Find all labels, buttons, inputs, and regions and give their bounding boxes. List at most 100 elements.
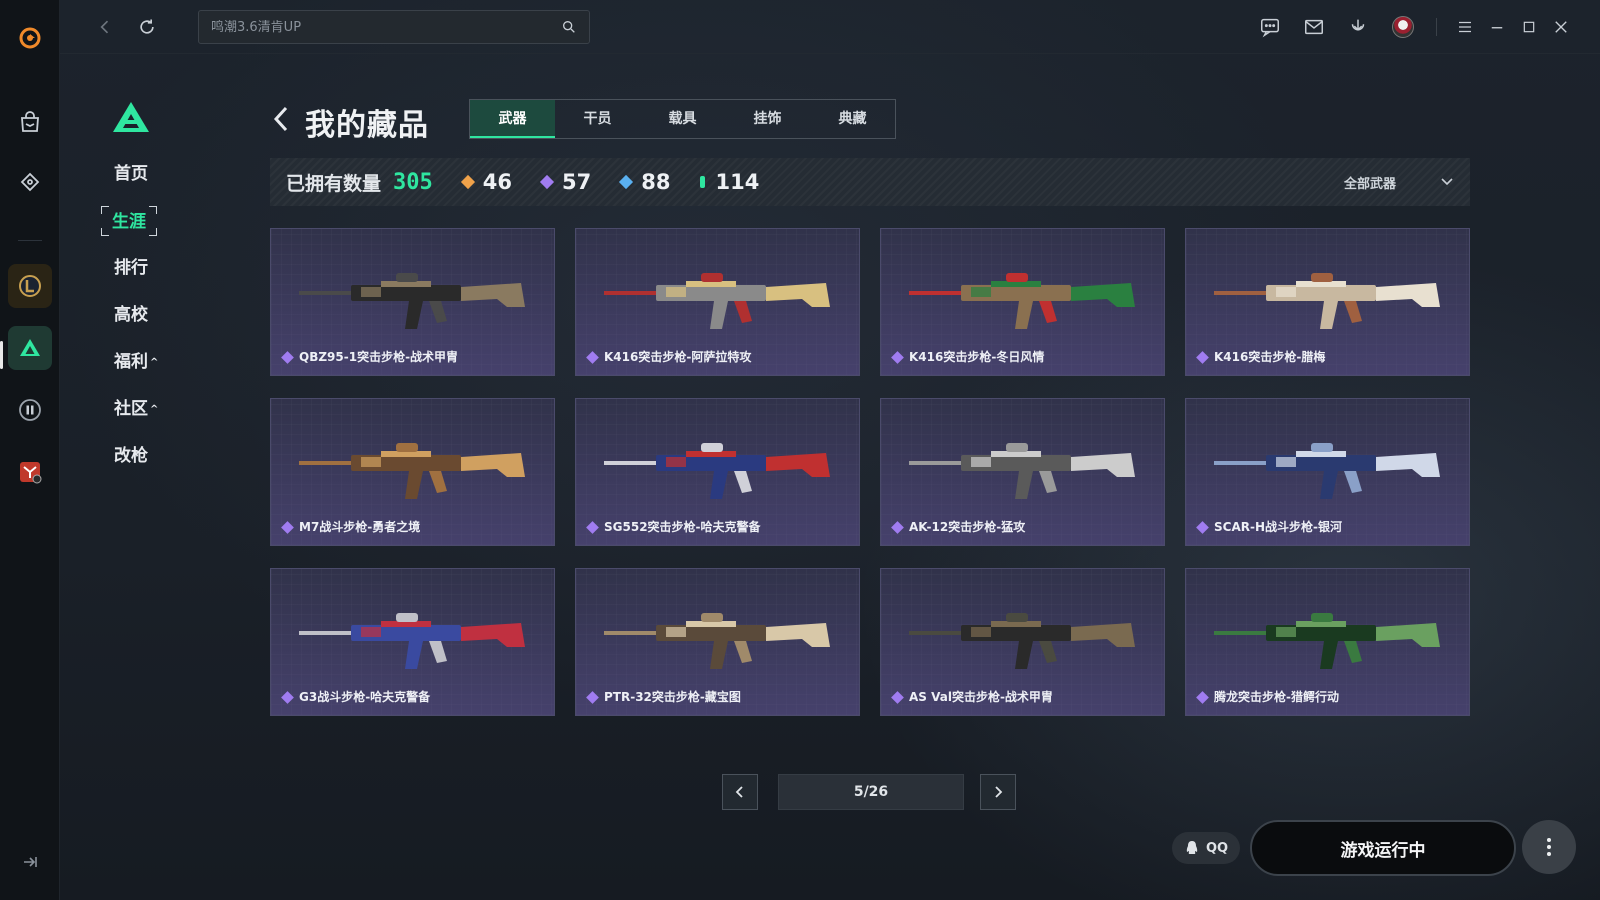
user-avatar[interactable] [1392,16,1414,38]
weapon-card[interactable]: K416突击步枪-冬日风情 [880,228,1165,376]
download-game-icon[interactable] [8,450,52,494]
app-logo-icon[interactable] [8,16,52,60]
side-item-label: 福利 [114,352,148,372]
tab-weapons[interactable]: 武器 [470,100,555,138]
close-icon[interactable] [1548,14,1574,40]
tab-operators[interactable]: 干员 [555,100,640,138]
weapon-card[interactable]: 腾龙突击步枪-猎鳄行动 [1185,568,1470,716]
rifle-icon [604,443,830,499]
rifle-icon [1214,443,1440,499]
tab-vehicles[interactable]: 载具 [640,100,725,138]
tag-icon[interactable] [8,160,52,204]
back-nav-icon[interactable] [92,14,118,40]
weapon-card[interactable]: AS Val突击步枪-战术甲胄 [880,568,1165,716]
weapon-grid: QBZ95-1突击步枪-战术甲胄 K416突击步枪-阿萨拉特攻 K416突击步枪… [270,228,1470,716]
download-icon[interactable] [1345,14,1371,40]
tier-count: 114 [715,170,760,194]
weapon-name: K416突击步枪-腊梅 [1214,350,1326,364]
weapon-card[interactable]: AK-12突击步枪-猛攻 [880,398,1165,546]
side-item-label: 改枪 [114,446,148,466]
diamond-blue-icon [619,174,634,190]
filter-label: 全部武器 [1343,176,1396,192]
side-item-label: 生涯 [112,212,146,232]
stats-bar: 已拥有数量 305 46 57 88 114 全部武器 [270,158,1470,206]
rarity-diamond-icon [1196,691,1209,704]
weapon-name: M7战斗步枪-勇者之境 [299,520,421,534]
side-item-label: 高校 [114,305,148,325]
chevron-left-icon [735,786,743,798]
side-item-home[interactable]: 首页 [100,158,220,190]
weapon-card[interactable]: K416突击步枪-阿萨拉特攻 [575,228,860,376]
search-input[interactable] [211,19,561,35]
side-item-label: 首页 [114,164,148,184]
next-page-button[interactable] [980,774,1016,810]
top-bar [60,0,1600,54]
side-item-label: 排行 [114,258,148,278]
owned-label: 已拥有数量 [286,172,382,195]
page-indicator: 5/26 [778,774,964,810]
delta-brand-logo [113,102,149,132]
prev-page-button[interactable] [722,774,758,810]
mail-icon[interactable] [1301,14,1327,40]
rifle-icon [909,443,1135,499]
tier-count: 88 [641,170,671,194]
expand-caret-icon: ^ [150,404,159,415]
tab-collection[interactable]: 典藏 [810,100,895,138]
tier-green-stat: 114 [700,170,759,194]
side-item-community[interactable]: 社区 ^ [100,393,220,425]
side-item-welfare[interactable]: 福利 ^ [100,346,220,378]
more-options-button[interactable] [1522,820,1576,874]
rarity-diamond-icon [891,351,904,364]
rifle-icon [604,273,830,329]
tier-count: 57 [562,170,592,194]
rarity-diamond-icon [1196,521,1209,534]
weapon-name: K416突击步枪-冬日风情 [909,350,1045,364]
side-item-university[interactable]: 高校 [100,299,220,331]
diamond-green-icon [700,176,706,188]
weapon-card[interactable]: SG552突击步枪-哈夫克警备 [575,398,860,546]
weapon-card[interactable]: QBZ95-1突击步枪-战术甲胄 [270,228,555,376]
weapon-card[interactable]: M7战斗步枪-勇者之境 [270,398,555,546]
weapon-name: 腾龙突击步枪-猎鳄行动 [1214,690,1339,704]
rifle-icon [604,613,830,669]
weapon-filter-dropdown[interactable]: 全部武器 [1344,158,1454,206]
pause-game-icon[interactable] [8,388,52,432]
weapon-card[interactable]: PTR-32突击步枪-藏宝图 [575,568,860,716]
side-item-career[interactable]: 生涯 [100,205,158,237]
chevron-down-icon [1441,178,1453,186]
side-item-gun-mod[interactable]: 改枪 [100,440,220,472]
game-running-button[interactable]: 游戏运行中 [1250,820,1516,876]
minimize-icon[interactable] [1484,14,1510,40]
diamond-purple-icon [539,174,555,190]
weapon-card[interactable]: G3战斗步枪-哈夫克警备 [270,568,555,716]
rarity-diamond-icon [586,351,599,364]
menu-icon[interactable] [1452,14,1478,40]
delta-game-icon[interactable] [8,326,52,370]
weapon-name: PTR-32突击步枪-藏宝图 [604,690,741,704]
rarity-diamond-icon [891,691,904,704]
refresh-icon[interactable] [134,14,160,40]
store-bag-icon[interactable] [8,100,52,144]
rifle-icon [1214,273,1440,329]
weapon-card[interactable]: SCAR-H战斗步枪-银河 [1185,398,1470,546]
weapon-name: K416突击步枪-阿萨拉特攻 [604,350,752,364]
tier-purple-stat: 57 [539,170,592,194]
chat-icon[interactable] [1257,14,1283,40]
rifle-icon [299,273,525,329]
back-arrow-icon[interactable] [270,104,292,134]
weapon-name: AS Val突击步枪-战术甲胄 [909,690,1053,704]
search-bar[interactable] [198,10,590,44]
toolbar-divider [1436,18,1437,36]
owned-total: 305 [393,169,433,195]
rail-divider [18,240,42,241]
league-game-icon[interactable] [8,264,52,308]
qq-label: QQ [1205,840,1229,856]
qq-button[interactable]: QQ [1172,832,1240,864]
collapse-sidebar-icon[interactable] [20,852,40,872]
tab-charms[interactable]: 挂饰 [725,100,810,138]
maximize-icon[interactable] [1516,14,1542,40]
search-icon[interactable] [561,19,577,35]
weapon-card[interactable]: K416突击步枪-腊梅 [1185,228,1470,376]
rifle-icon [299,613,525,669]
side-item-ranking[interactable]: 排行 [100,252,220,284]
